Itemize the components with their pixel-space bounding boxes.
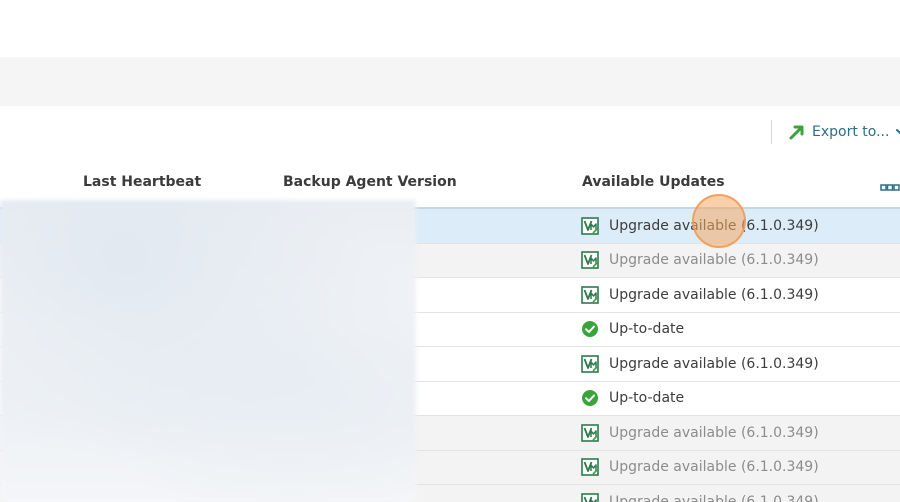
export-label: Export to... (812, 124, 890, 140)
toolbar-divider (771, 120, 772, 144)
column-header-available-updates[interactable]: Available Updates (582, 174, 725, 190)
column-header-backup-agent-version[interactable]: Backup Agent Version (283, 174, 457, 190)
update-status-label: Upgrade available (6.1.0.349) (609, 493, 819, 502)
available-updates-cell: Upgrade available (6.1.0.349) (581, 278, 819, 312)
available-updates-cell: Upgrade available (6.1.0.349) (581, 485, 819, 502)
veeam-upgrade-icon (581, 423, 599, 442)
update-status-label: Upgrade available (6.1.0.349) (609, 252, 819, 269)
redacted-area (0, 200, 416, 502)
update-status-label: Upgrade available (6.1.0.349) (609, 424, 819, 441)
update-status-label: Upgrade available (6.1.0.349) (609, 459, 819, 476)
chevron-down-icon[interactable] (895, 127, 900, 137)
update-status-label: Upgrade available (6.1.0.349) (609, 355, 819, 372)
available-updates-cell: Upgrade available (6.1.0.349) (581, 347, 819, 381)
available-updates-cell: Upgrade available (6.1.0.349) (581, 244, 819, 278)
available-updates-cell: Upgrade available (6.1.0.349) (581, 451, 819, 485)
click-indicator (692, 194, 746, 248)
arrow-up-right-icon (788, 123, 806, 141)
check-circle-icon (581, 320, 599, 338)
available-updates-cell: Up-to-date (581, 313, 684, 347)
veeam-upgrade-icon (581, 492, 599, 502)
column-header-last-heartbeat[interactable]: Last Heartbeat (83, 174, 201, 190)
update-status-label: Up-to-date (609, 321, 685, 338)
veeam-upgrade-icon (581, 216, 599, 235)
available-updates-cell: Upgrade available (6.1.0.349) (581, 416, 819, 450)
veeam-upgrade-icon (581, 251, 599, 270)
export-button[interactable]: Export to... (788, 121, 900, 143)
veeam-upgrade-icon (581, 354, 599, 373)
check-circle-icon (581, 389, 599, 407)
top-bar (0, 0, 900, 57)
veeam-upgrade-icon (581, 458, 599, 477)
column-chooser-icon[interactable] (880, 178, 900, 191)
header-band (0, 57, 900, 106)
toolbar: Export to... (0, 106, 900, 158)
veeam-upgrade-icon (581, 285, 599, 304)
update-status-label: Up-to-date (609, 390, 685, 407)
page: Export to... Last Heartbeat Backup Agent… (0, 0, 900, 502)
available-updates-cell: Up-to-date (581, 382, 684, 416)
update-status-label: Upgrade available (6.1.0.349) (609, 286, 819, 303)
